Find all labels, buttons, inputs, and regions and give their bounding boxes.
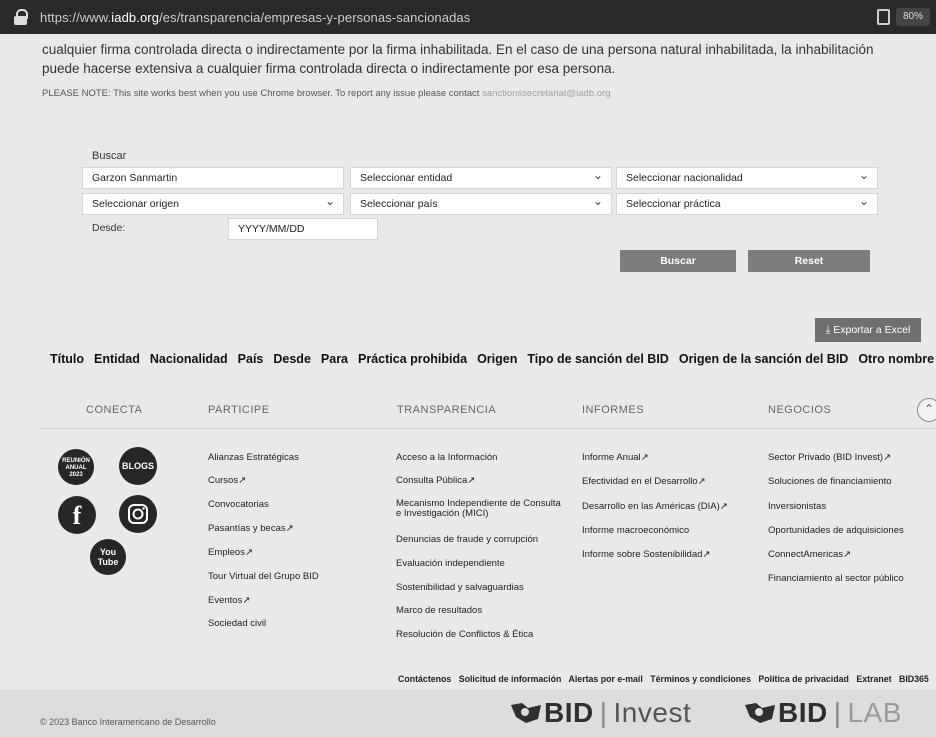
link-bid365[interactable]: BID365 xyxy=(899,674,929,684)
search-input[interactable]: Garzon Sanmartin xyxy=(82,167,344,189)
copyright: © 2023 Banco Interamericano de Desarroll… xyxy=(40,717,216,727)
col-entidad[interactable]: Entidad xyxy=(94,352,140,366)
footer-link[interactable]: ConnectAmericas↗ xyxy=(768,549,851,560)
footer-link[interactable]: Soluciones de financiamiento xyxy=(768,476,892,487)
chevron-up-icon[interactable]: ⌃ xyxy=(917,398,936,422)
link-terminos[interactable]: Términos y condiciones xyxy=(650,674,751,684)
footer-link[interactable]: Desarrollo en las Américas (DIA)↗ xyxy=(582,501,728,512)
nationality-select[interactable]: Seleccionar nacionalidad xyxy=(616,165,878,189)
footer-link[interactable]: Acceso a la Información xyxy=(396,452,497,463)
footer-link[interactable]: Sociedad civil xyxy=(208,618,266,629)
origin-select[interactable]: Seleccionar origen xyxy=(82,191,344,215)
link-privacidad[interactable]: Política de privacidad xyxy=(758,674,848,684)
lock-icon xyxy=(14,9,28,25)
footer-heading-negocios: NEGOCIOS xyxy=(768,404,832,416)
youtube-icon[interactable]: You Tube xyxy=(90,539,126,575)
intro-paragraph: cualquier firma controlada directa o ind… xyxy=(42,40,922,78)
footer-link[interactable]: Informe Anual↗ xyxy=(582,452,649,463)
search-button[interactable]: Buscar xyxy=(620,250,736,272)
instagram-icon[interactable] xyxy=(119,495,157,533)
footer-divider xyxy=(40,428,936,429)
footer-link[interactable]: Marco de resultados xyxy=(396,605,482,616)
bid-mark-icon xyxy=(511,703,541,723)
col-otro-nombre[interactable]: Otro nombre xyxy=(858,352,934,366)
bid-mark-icon xyxy=(745,703,775,723)
results-table-header: Título Entidad Nacionalidad País Desde P… xyxy=(50,352,934,366)
browser-note: PLEASE NOTE: This site works best when y… xyxy=(42,88,611,99)
footer-heading-conecta: CONECTA xyxy=(86,404,143,416)
footer-link[interactable]: Informe macroeconómico xyxy=(582,525,689,536)
footer-bottom-links: Contáctenos Solicitud de información Ale… xyxy=(398,674,934,684)
bid-invest-logo[interactable]: BID | Invest xyxy=(508,697,691,729)
desde-label: Desde: xyxy=(92,222,126,234)
link-solicitud-informacion[interactable]: Solicitud de información xyxy=(459,674,562,684)
footer-link[interactable]: Efectividad en el Desarrollo↗ xyxy=(582,476,706,487)
footer-heading-transparencia: TRANSPARENCIA xyxy=(397,404,497,416)
practice-select[interactable]: Seleccionar práctica xyxy=(616,191,878,215)
export-excel-button[interactable]: ⤓ Exportar a Excel xyxy=(815,318,921,342)
browser-address-bar[interactable]: https://www.iadb.org/es/transparencia/em… xyxy=(0,0,936,34)
footer-link[interactable]: Tour Virtual del Grupo BID xyxy=(208,571,319,582)
date-input[interactable]: YYYY/MM/DD xyxy=(228,218,378,240)
footer-link[interactable]: Evaluación independiente xyxy=(396,558,505,569)
search-label: Buscar xyxy=(92,150,127,162)
zoom-level[interactable]: 80% xyxy=(896,8,930,26)
facebook-icon[interactable]: f xyxy=(58,496,96,534)
contact-email-link[interactable]: sanctionssecretariat@iadb.org xyxy=(482,88,610,99)
col-origen-sancion[interactable]: Origen de la sanción del BID xyxy=(679,352,848,366)
footer-link[interactable]: e Investigación (MICI) xyxy=(396,508,488,519)
entity-select[interactable]: Seleccionar entidad xyxy=(350,165,612,189)
reunion-anual-icon[interactable]: REUNIÓN ANUAL 2023 xyxy=(58,449,94,485)
footer-link[interactable]: Alianzas Estratégicas xyxy=(208,452,299,463)
footer-link[interactable]: Sector Privado (BID Invest)↗ xyxy=(768,452,891,463)
bid-lab-logo[interactable]: BID | LAB xyxy=(742,697,902,729)
col-para[interactable]: Para xyxy=(321,352,348,366)
footer-heading-participe: PARTICIPE xyxy=(208,404,270,416)
footer-link[interactable]: Convocatorias xyxy=(208,499,269,510)
footer-heading-informes: INFORMES xyxy=(582,404,645,416)
col-practica[interactable]: Práctica prohibida xyxy=(358,352,467,366)
intro-line-1: cualquier firma controlada directa o ind… xyxy=(42,42,874,57)
col-titulo[interactable]: Título xyxy=(50,352,84,366)
footer-link[interactable]: Financiamiento al sector público xyxy=(768,573,904,584)
reset-button[interactable]: Reset xyxy=(748,250,870,272)
blogs-icon[interactable]: BLOGS xyxy=(119,447,157,485)
footer-link[interactable]: Oportunidades de adquisiciones xyxy=(768,525,904,536)
footer-link[interactable]: Informe sobre Sostenibilidad↗ xyxy=(582,549,710,560)
footer-link[interactable]: Empleos↗ xyxy=(208,547,253,558)
url-text[interactable]: https://www.iadb.org/es/transparencia/em… xyxy=(40,10,470,25)
reader-mode-icon[interactable] xyxy=(877,9,890,25)
footer-link[interactable]: Pasantías y becas↗ xyxy=(208,523,294,534)
col-origen[interactable]: Origen xyxy=(477,352,517,366)
link-extranet[interactable]: Extranet xyxy=(856,674,891,684)
intro-line-2: puede hacerse extensiva a cualquier firm… xyxy=(42,61,616,76)
footer-link[interactable]: Consulta Pública↗ xyxy=(396,475,475,486)
footer-link[interactable]: Cursos↗ xyxy=(208,475,246,486)
footer-link[interactable]: Denuncias de fraude y corrupción xyxy=(396,534,538,545)
footer-link[interactable]: Sostenibilidad y salvaguardias xyxy=(396,582,524,593)
col-desde[interactable]: Desde xyxy=(273,352,311,366)
link-contactenos[interactable]: Contáctenos xyxy=(398,674,451,684)
country-select[interactable]: Seleccionar país xyxy=(350,191,612,215)
col-nacionalidad[interactable]: Nacionalidad xyxy=(150,352,228,366)
col-pais[interactable]: País xyxy=(238,352,264,366)
link-alertas-email[interactable]: Alertas por e-mail xyxy=(569,674,643,684)
footer-link[interactable]: Eventos↗ xyxy=(208,595,250,606)
col-tipo-sancion[interactable]: Tipo de sanción del BID xyxy=(527,352,668,366)
footer-link[interactable]: Resolución de Conflictos & Ética xyxy=(396,629,533,640)
footer-link[interactable]: Inversionistas xyxy=(768,501,826,512)
